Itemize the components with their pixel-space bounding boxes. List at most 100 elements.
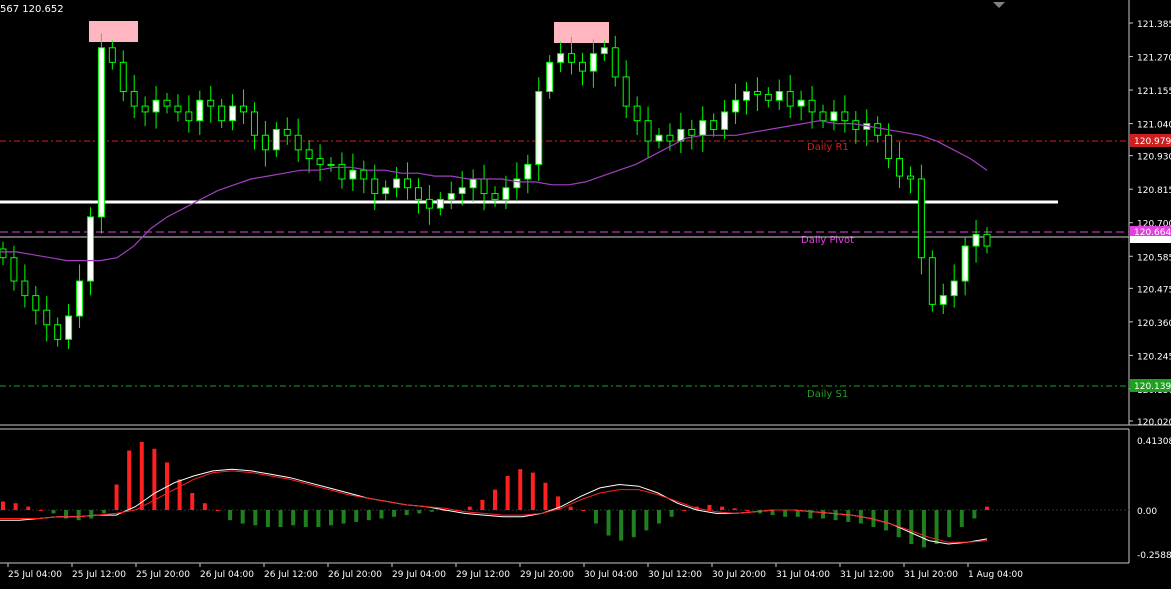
candle-body[interactable] bbox=[589, 53, 597, 72]
candle-body[interactable] bbox=[196, 99, 204, 122]
candle-body[interactable] bbox=[207, 99, 215, 107]
candle-body[interactable] bbox=[218, 105, 226, 122]
candle-body[interactable] bbox=[928, 257, 936, 305]
candle-body[interactable] bbox=[841, 111, 849, 122]
candle-body[interactable] bbox=[764, 93, 772, 101]
price-tick-label: 120.815 bbox=[1137, 186, 1171, 196]
candle-body[interactable] bbox=[240, 105, 248, 113]
candle-body[interactable] bbox=[393, 178, 401, 189]
candle-body[interactable] bbox=[294, 134, 302, 151]
candle-body[interactable] bbox=[546, 61, 554, 93]
candle-body[interactable] bbox=[10, 257, 18, 282]
candle-body[interactable] bbox=[283, 128, 291, 136]
candle-body[interactable] bbox=[852, 120, 860, 130]
candle-body[interactable] bbox=[830, 111, 838, 122]
candle-body[interactable] bbox=[611, 47, 619, 78]
candle-body[interactable] bbox=[305, 149, 313, 160]
candle-body[interactable] bbox=[666, 134, 674, 142]
candle-body[interactable] bbox=[732, 99, 740, 113]
candle-body[interactable] bbox=[174, 105, 182, 113]
candle-body[interactable] bbox=[710, 120, 718, 130]
candle-body[interactable] bbox=[557, 53, 565, 63]
candle-body[interactable] bbox=[349, 169, 357, 180]
candle-body[interactable] bbox=[327, 163, 335, 166]
candle-body[interactable] bbox=[32, 295, 40, 311]
candle-body[interactable] bbox=[513, 178, 521, 189]
price-tick-label: 120.360 bbox=[1137, 319, 1171, 329]
candle-body[interactable] bbox=[0, 248, 7, 259]
candle-body[interactable] bbox=[721, 111, 729, 130]
macd-histogram-bar bbox=[467, 506, 472, 510]
candle-body[interactable] bbox=[316, 158, 324, 165]
candle-body[interactable] bbox=[906, 175, 914, 180]
candle-body[interactable] bbox=[644, 120, 652, 142]
candle-body[interactable] bbox=[917, 178, 925, 259]
candle-body[interactable] bbox=[458, 187, 466, 195]
macd-histogram-bar bbox=[316, 510, 321, 528]
candle-body[interactable] bbox=[633, 105, 641, 122]
candle-body[interactable] bbox=[535, 91, 543, 165]
candle-body[interactable] bbox=[688, 128, 696, 136]
candle-body[interactable] bbox=[939, 295, 947, 305]
candle-body[interactable] bbox=[469, 178, 477, 189]
candle-body[interactable] bbox=[371, 178, 379, 195]
candle-body[interactable] bbox=[65, 315, 73, 340]
candle-body[interactable] bbox=[163, 99, 171, 107]
candle-body[interactable] bbox=[491, 193, 499, 200]
candle-body[interactable] bbox=[480, 178, 488, 195]
candle-body[interactable] bbox=[43, 309, 51, 326]
candle-body[interactable] bbox=[699, 120, 707, 136]
candle-body[interactable] bbox=[436, 198, 444, 209]
candle-body[interactable] bbox=[885, 134, 893, 160]
candle-body[interactable] bbox=[983, 233, 991, 247]
candle-body[interactable] bbox=[742, 91, 750, 101]
candle-body[interactable] bbox=[130, 91, 138, 107]
candle-body[interactable] bbox=[655, 134, 663, 142]
candle-body[interactable] bbox=[76, 280, 84, 317]
candle-body[interactable] bbox=[261, 134, 269, 151]
candle-body[interactable] bbox=[272, 128, 280, 151]
macd-histogram-bar bbox=[139, 441, 144, 510]
candle-body[interactable] bbox=[578, 61, 586, 72]
candle-body[interactable] bbox=[360, 169, 368, 180]
candle-body[interactable] bbox=[568, 53, 576, 63]
candle-body[interactable] bbox=[185, 111, 193, 122]
candle-body[interactable] bbox=[250, 111, 258, 136]
candle-body[interactable] bbox=[414, 187, 422, 200]
candle-body[interactable] bbox=[152, 99, 160, 113]
candle-body[interactable] bbox=[21, 280, 29, 297]
swing-high-marker[interactable] bbox=[554, 22, 609, 43]
candle-body[interactable] bbox=[896, 158, 904, 177]
swing-high-marker[interactable] bbox=[89, 21, 138, 42]
macd-histogram-bar bbox=[505, 475, 510, 510]
candle-body[interactable] bbox=[524, 163, 532, 180]
trading-chart[interactable]: 567 120.652 Daily R1 Daily Pivot Daily S… bbox=[0, 0, 1171, 585]
candle-body[interactable] bbox=[404, 178, 412, 189]
candle-body[interactable] bbox=[447, 193, 455, 200]
candle-body[interactable] bbox=[808, 99, 816, 113]
chart-canvas[interactable]: 567 120.652 Daily R1 Daily Pivot Daily S… bbox=[0, 0, 1171, 585]
candle-body[interactable] bbox=[502, 187, 510, 200]
candle-body[interactable] bbox=[86, 216, 94, 282]
candle-body[interactable] bbox=[600, 47, 608, 55]
candle-body[interactable] bbox=[338, 163, 346, 180]
candle-body[interactable] bbox=[819, 111, 827, 122]
candle-body[interactable] bbox=[108, 47, 116, 63]
candle-body[interactable] bbox=[775, 91, 783, 101]
candle-body[interactable] bbox=[950, 280, 958, 297]
candle-body[interactable] bbox=[797, 99, 805, 107]
candle-body[interactable] bbox=[382, 187, 390, 195]
candle-body[interactable] bbox=[972, 233, 980, 247]
candle-body[interactable] bbox=[425, 198, 433, 209]
candle-body[interactable] bbox=[54, 324, 62, 340]
candle-body[interactable] bbox=[753, 91, 761, 95]
candle-body[interactable] bbox=[119, 61, 127, 93]
macd-histogram-bar bbox=[593, 510, 598, 524]
candle-body[interactable] bbox=[961, 245, 969, 282]
candle-body[interactable] bbox=[141, 105, 149, 113]
candle-body[interactable] bbox=[786, 91, 794, 107]
candle-body[interactable] bbox=[622, 76, 630, 107]
candle-body[interactable] bbox=[97, 47, 105, 218]
candle-body[interactable] bbox=[874, 123, 882, 136]
candle-body[interactable] bbox=[229, 105, 237, 122]
